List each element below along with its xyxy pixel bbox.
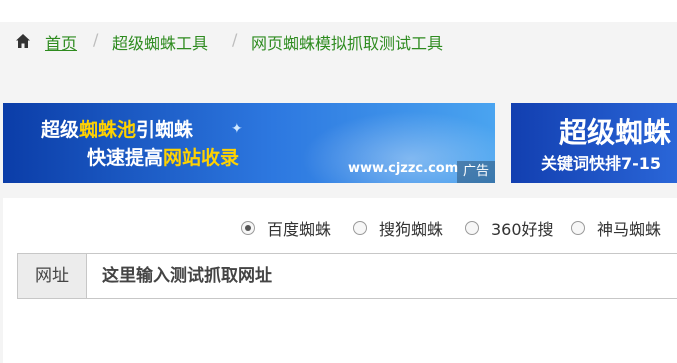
radio-sogou-spider[interactable]: 搜狗蜘蛛 — [353, 216, 443, 240]
url-label: 网址 — [18, 254, 87, 298]
radio-icon[interactable] — [353, 221, 367, 235]
radio-label: 360好搜 — [491, 220, 554, 239]
sparkle-icon: ✦ — [231, 121, 243, 137]
ad-banner-keyword-ranking[interactable]: 超级蜘蛛 关键词快排7-15 — [511, 103, 677, 183]
radio-label: 神马蜘蛛 — [597, 220, 662, 239]
spider-type-radio-group: 百度蜘蛛 搜狗蜘蛛 360好搜 神马蜘蛛 — [0, 216, 677, 240]
banner-subline: 快速提高网站收录 — [87, 147, 240, 169]
banner-subline: 关键词快排7-15 — [541, 154, 662, 173]
breadcrumb-tools-link[interactable]: 超级蜘蛛工具 — [112, 30, 208, 54]
url-input[interactable] — [87, 254, 677, 298]
radio-shenma-spider[interactable]: 神马蜘蛛 — [571, 216, 661, 240]
radio-icon[interactable] — [571, 221, 585, 235]
breadcrumb-separator: / — [232, 30, 238, 49]
ad-banner-spider-pool[interactable]: 超级蜘蛛池引蜘蛛 ✦ 快速提高网站收录 www.cjzzc.com 广告 — [3, 103, 495, 183]
radio-selected-icon[interactable] — [241, 221, 255, 235]
breadcrumb-home-link[interactable]: 首页 — [45, 30, 77, 54]
breadcrumb-current: 网页蜘蛛模拟抓取测试工具 — [251, 34, 444, 53]
home-icon — [16, 34, 30, 48]
banner-url: www.cjzzc.com — [348, 161, 459, 176]
ad-label: 广告 — [457, 161, 495, 183]
top-bar — [0, 0, 677, 22]
banner-headline: 超级蜘蛛 — [559, 116, 672, 149]
url-input-group: 网址 — [17, 253, 677, 299]
radio-label: 百度蜘蛛 — [267, 220, 332, 239]
radio-baidu-spider[interactable]: 百度蜘蛛 — [241, 216, 331, 240]
radio-360-spider[interactable]: 360好搜 — [465, 216, 554, 240]
banner-headline: 超级蜘蛛池引蜘蛛 — [41, 119, 194, 141]
radio-label: 搜狗蜘蛛 — [379, 220, 444, 239]
radio-icon[interactable] — [465, 221, 479, 235]
breadcrumb-separator: / — [93, 30, 99, 49]
